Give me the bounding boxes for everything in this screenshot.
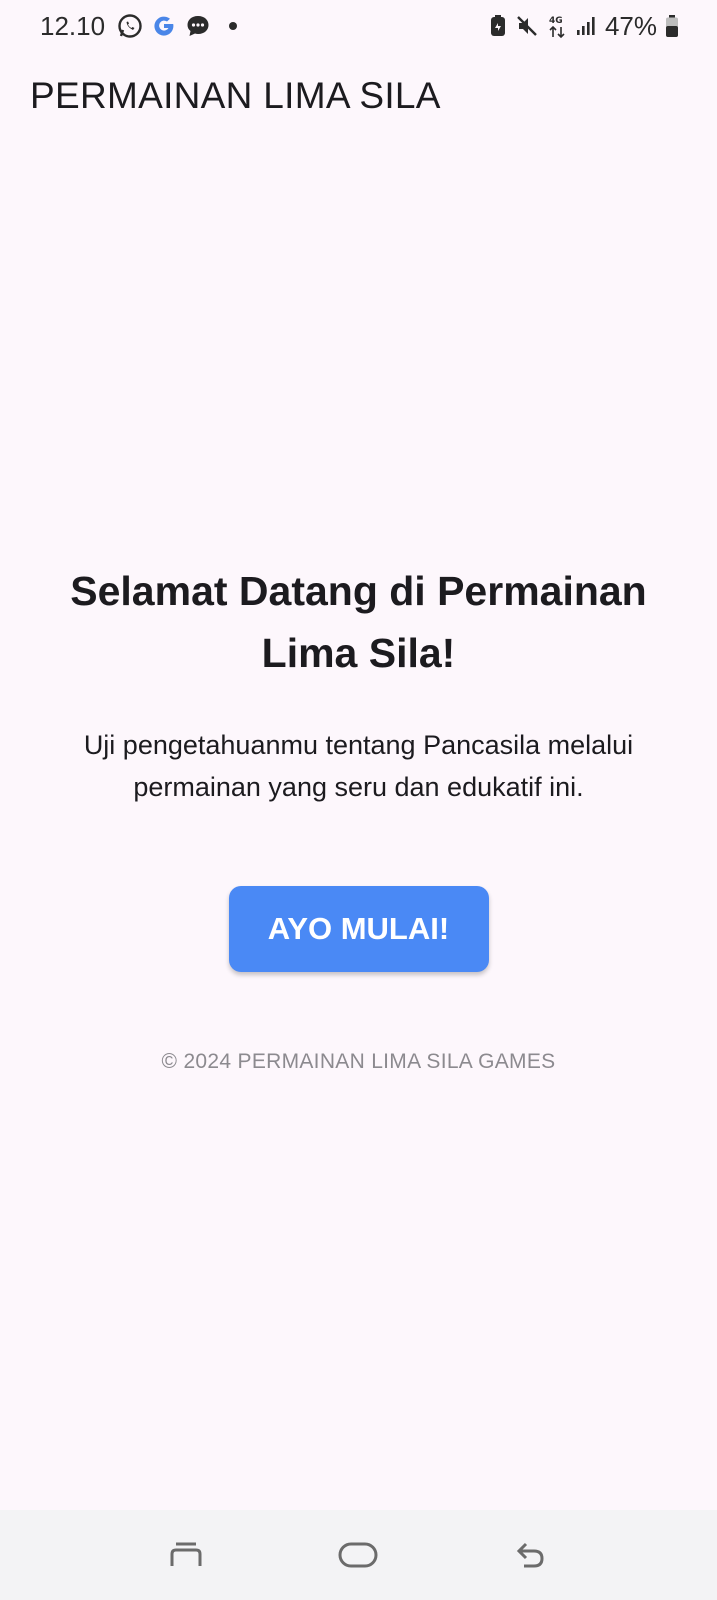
status-left: 12.10 xyxy=(40,10,238,42)
recent-apps-icon xyxy=(166,1540,206,1570)
battery-percentage: 47% xyxy=(604,10,657,41)
whatsapp-icon xyxy=(117,13,143,39)
svg-text:4G: 4G xyxy=(549,16,563,26)
signal-icon xyxy=(575,15,597,37)
welcome-subtitle: Uji pengetahuanmu tentang Pancasila mela… xyxy=(83,730,634,802)
navigation-bar xyxy=(0,1510,717,1600)
battery-icon xyxy=(665,14,679,38)
start-button[interactable]: AYO MULAI! xyxy=(228,886,489,972)
messages-icon xyxy=(185,13,211,39)
battery-saver-icon xyxy=(489,14,507,38)
back-icon xyxy=(514,1540,548,1570)
back-button[interactable] xyxy=(491,1525,571,1585)
network-4g-icon: 4G xyxy=(547,13,567,39)
welcome-title: Selamat Datang di Permainan Lima Sila! xyxy=(70,568,647,676)
app-title: PERMAINAN LIMA SILA xyxy=(30,75,441,116)
status-right: 4G 47% xyxy=(489,11,679,42)
google-icon xyxy=(151,13,177,39)
app-bar: PERMAINAN LIMA SILA xyxy=(30,68,441,124)
recent-apps-button[interactable] xyxy=(146,1525,226,1585)
status-time: 12.10 xyxy=(40,10,106,41)
mute-icon xyxy=(515,14,539,38)
status-bar: 12.10 4G 47% xyxy=(0,0,717,52)
notification-dot-icon xyxy=(229,22,238,30)
copyright-text: © 2024 PERMAINAN LIMA SILA GAMES xyxy=(161,1050,556,1073)
home-icon xyxy=(336,1540,380,1570)
welcome-section: Selamat Datang di Permainan Lima Sila! U… xyxy=(0,560,717,1074)
home-button[interactable] xyxy=(318,1525,398,1585)
